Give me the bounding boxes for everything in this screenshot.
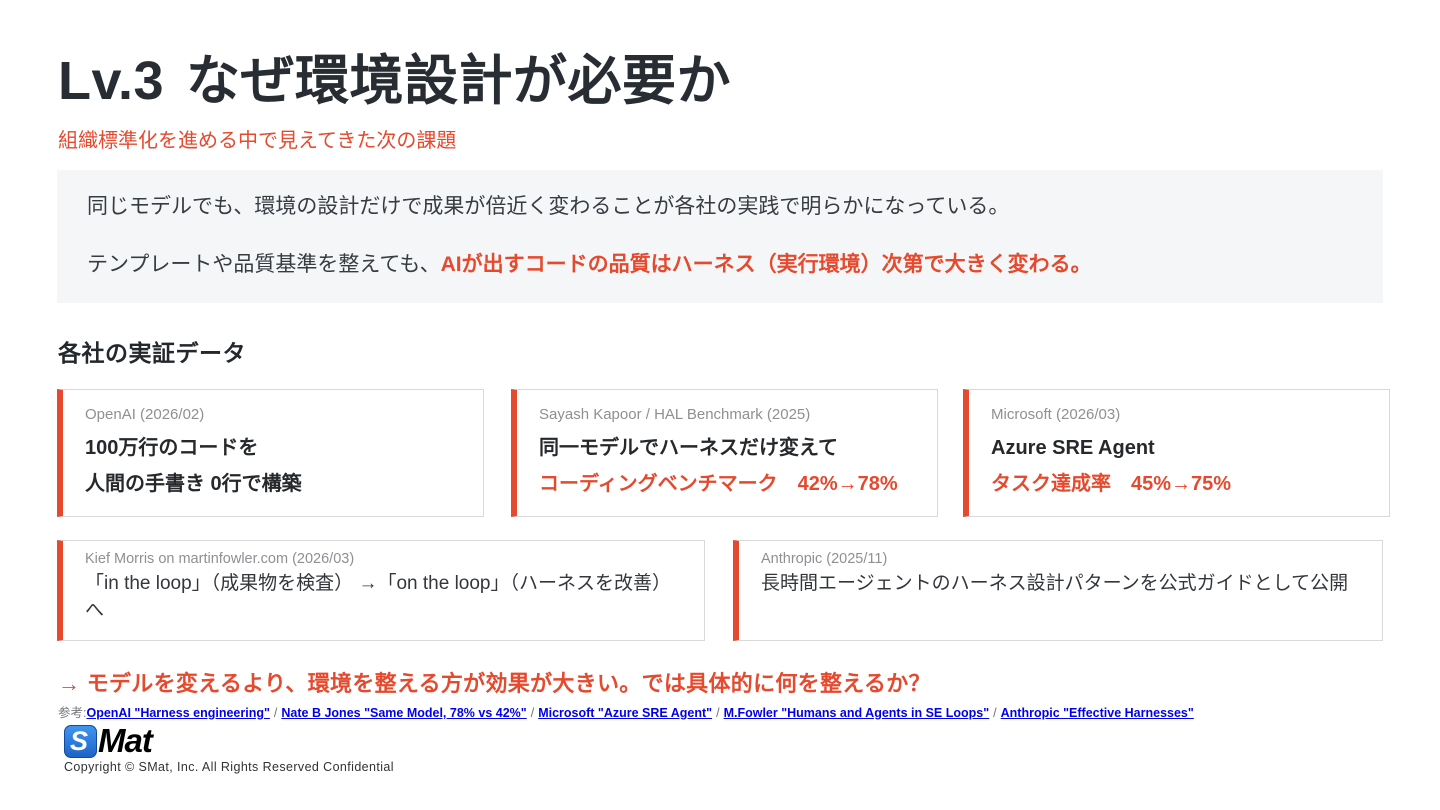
card-line-1: 100万行のコードを bbox=[85, 437, 259, 459]
card-line-2: コーディングベンチマーク 42%→78% bbox=[539, 473, 898, 495]
summary-line-1: 同じモデルでも、環境の設計だけで成果が倍近く変わることが各社の実践で明らかになっ… bbox=[87, 195, 1010, 218]
evidence-card-openai: OpenAI (2026/02) 100万行のコードを 人間の手書き 0行で構築 bbox=[57, 389, 484, 517]
reference-separator: / bbox=[273, 706, 278, 720]
evidence-card-kief-morris: Kief Morris on martinfowler.com (2026/03… bbox=[57, 540, 705, 641]
smat-logo: S Mat bbox=[64, 722, 153, 760]
reference-separator: / bbox=[530, 706, 535, 720]
card-line-2: 人間の手書き 0行で構築 bbox=[85, 473, 302, 495]
reference-link-nate-b-jones[interactable]: Nate B Jones "Same Model, 78% vs 42%" bbox=[281, 706, 526, 720]
copyright-text: Copyright © SMat, Inc. All Rights Reserv… bbox=[64, 760, 394, 774]
summary-line-2-prefix: テンプレートや品質基準を整えても、 bbox=[87, 253, 441, 276]
smat-logo-icon: S bbox=[64, 724, 97, 758]
page-title: Lv.3 なぜ環境設計が必要か bbox=[58, 36, 731, 115]
slide: Lv.3 なぜ環境設計が必要か 組織標準化を進める中で見えてきた次の課題 同じモデ… bbox=[0, 0, 1440, 810]
card-source: Sayash Kapoor / HAL Benchmark (2025) bbox=[539, 406, 811, 423]
summary-line-2-highlight: AIが出すコードの品質はハーネス（実行環境）次第で大きく変わる。 bbox=[440, 253, 1092, 276]
section-heading: 各社の実証データ bbox=[58, 340, 246, 366]
summary-box: 同じモデルでも、環境の設計だけで成果が倍近く変わることが各社の実践で明らかになっ… bbox=[57, 170, 1383, 303]
evidence-card-microsoft: Microsoft (2026/03) Azure SRE Agent タスク達… bbox=[963, 389, 1390, 517]
reference-link-mfowler[interactable]: M.Fowler "Humans and Agents in SE Loops" bbox=[724, 706, 990, 720]
card-source: Microsoft (2026/03) bbox=[991, 406, 1121, 423]
summary-line-2: テンプレートや品質基準を整えても、AIが出すコードの品質はハーネス（実行環境）次… bbox=[87, 250, 1353, 280]
reference-link-anthropic[interactable]: Anthropic "Effective Harnesses" bbox=[1001, 706, 1194, 720]
smat-logo-text: Mat bbox=[98, 722, 153, 759]
evidence-card-hal-benchmark: Sayash Kapoor / HAL Benchmark (2025) 同一モ… bbox=[511, 389, 938, 517]
card-text: 「in the loop」（成果物を検査） →「on the loop」（ハーネ… bbox=[85, 573, 671, 621]
references-label: 参考: bbox=[58, 706, 87, 720]
reference-link-openai[interactable]: OpenAI "Harness engineering" bbox=[86, 706, 269, 720]
card-text: 長時間エージェントのハーネス設計パターンを公式ガイドとして公開 bbox=[761, 573, 1349, 594]
evidence-card-anthropic: Anthropic (2025/11) 長時間エージェントのハーネス設計パターン… bbox=[733, 540, 1383, 641]
card-line-1: Azure SRE Agent bbox=[991, 437, 1155, 459]
title-text: なぜ環境設計が必要か bbox=[186, 51, 732, 111]
card-source: OpenAI (2026/02) bbox=[85, 406, 205, 423]
card-source: Kief Morris on martinfowler.com (2026/03… bbox=[85, 551, 355, 567]
conclusion-text: → モデルを変えるより、環境を整える方が効果が大きい。では具体的に何を整えるか？ bbox=[58, 671, 931, 696]
card-line-2: タスク達成率 45%→75% bbox=[991, 473, 1232, 495]
card-line-1: 同一モデルでハーネスだけ変えて bbox=[539, 437, 838, 459]
reference-link-microsoft[interactable]: Microsoft "Azure SRE Agent" bbox=[538, 706, 712, 720]
reference-separator: / bbox=[716, 706, 720, 720]
page-subtitle: 組織標準化を進める中で見えてきた次の課題 bbox=[58, 130, 457, 152]
references: 参考:OpenAI "Harness engineering" / Nate B J… bbox=[58, 705, 1194, 722]
reference-separator: / bbox=[993, 706, 997, 720]
card-source: Anthropic (2025/11) bbox=[761, 551, 888, 567]
title-level: Lv.3 bbox=[58, 51, 165, 111]
